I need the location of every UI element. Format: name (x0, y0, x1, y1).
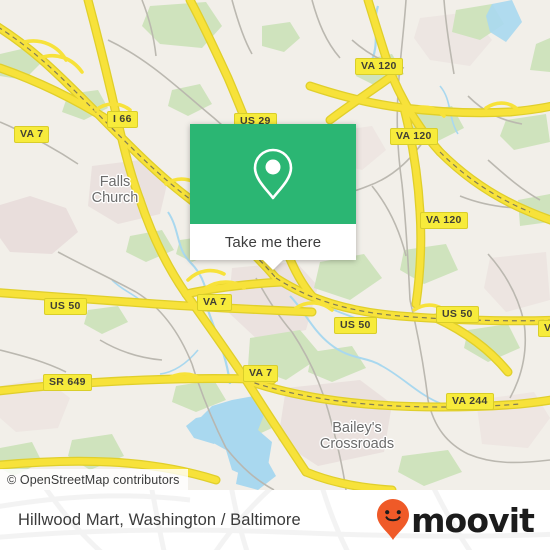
moovit-map-screenshot: Falls Church Bailey's Crossroads VA 120 … (0, 0, 550, 550)
popup-tail (262, 259, 284, 270)
place-label-baileys-crossroads: Bailey's Crossroads (320, 420, 394, 452)
moovit-pin-icon (377, 499, 410, 540)
road-shield-va7-northwest: VA 7 (14, 126, 50, 143)
popup-footer[interactable]: Take me there (190, 224, 356, 270)
map-canvas[interactable]: Falls Church Bailey's Crossroads VA 120 … (0, 0, 550, 490)
road-shield-va-edge: VA (538, 320, 550, 337)
map-pin-icon (253, 148, 293, 200)
place-label-line: Falls (99, 174, 131, 190)
road-shield-va7-center: VA 7 (197, 294, 233, 311)
place-label-line: Church (91, 190, 139, 206)
location-title: Hillwood Mart, Washington / Baltimore (18, 510, 301, 529)
road-shield-va120-upper: VA 120 (390, 128, 438, 145)
place-label-line: Crossroads (319, 436, 395, 452)
place-label-falls-church: Falls Church (92, 174, 139, 206)
road-shield-va244: VA 244 (446, 393, 494, 410)
road-shield-us50-west: US 50 (44, 298, 87, 315)
road-shield-us50-east: US 50 (436, 306, 479, 323)
attribution-text: © OpenStreetMap contributors (7, 472, 180, 487)
road-shield-i66: I 66 (107, 111, 138, 128)
road-shield-va120-north: VA 120 (355, 58, 403, 75)
location-popup[interactable]: Take me there (190, 124, 356, 270)
place-label-line: Bailey's (332, 420, 382, 436)
road-shield-va7-south: VA 7 (243, 365, 279, 382)
osm-attribution[interactable]: © OpenStreetMap contributors (0, 469, 188, 490)
footer-bar: Hillwood Mart, Washington / Baltimore mo… (0, 490, 550, 550)
moovit-wordmark: moovit (411, 500, 535, 540)
road-shield-sr649: SR 649 (43, 374, 92, 391)
road-shield-va120-mid: VA 120 (420, 212, 468, 229)
moovit-logo[interactable]: moovit (376, 498, 535, 542)
take-me-there-button[interactable]: Take me there (225, 234, 321, 251)
popup-header (190, 124, 356, 224)
road-shield-us50-center: US 50 (334, 317, 377, 334)
